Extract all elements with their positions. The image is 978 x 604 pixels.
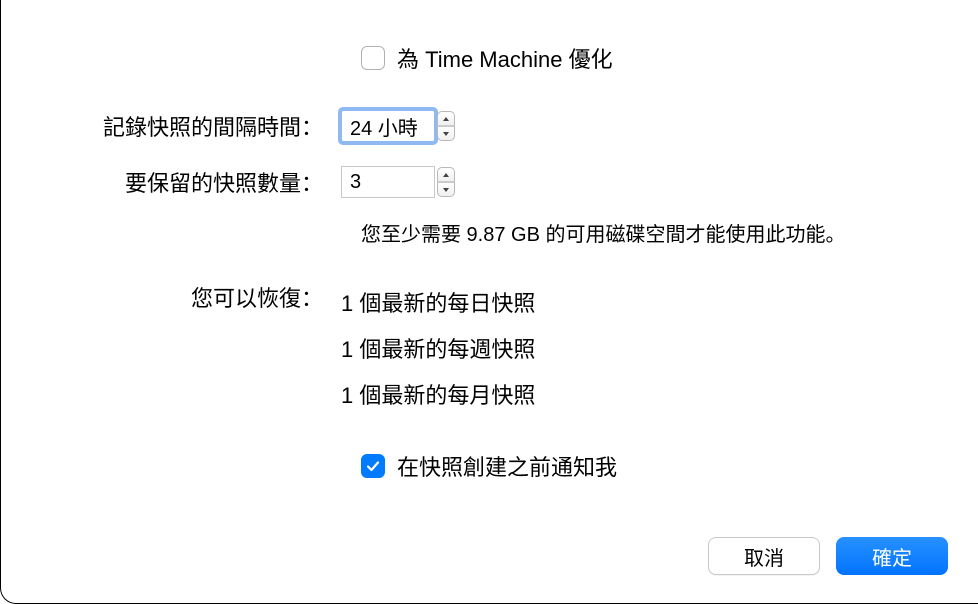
- restore-list: 1 個最新的每日快照 1 個最新的每週快照 1 個最新的每月快照: [341, 281, 535, 420]
- interval-step-down[interactable]: [437, 126, 455, 141]
- count-input[interactable]: [341, 166, 435, 198]
- snapshot-settings-dialog: 為 Time Machine 優化 記錄快照的間隔時間： 要保留的快照數量：: [0, 0, 978, 604]
- count-label: 要保留的快照數量：: [31, 166, 341, 198]
- disk-space-hint: 您至少需要 9.87 GB 的可用磁碟空間才能使用此功能。: [361, 218, 948, 247]
- notify-before-snapshot-label: 在快照創建之前通知我: [397, 450, 617, 482]
- notify-before-snapshot-checkbox[interactable]: [361, 454, 385, 478]
- restore-item: 1 個最新的每日快照: [341, 281, 535, 327]
- interval-input[interactable]: [341, 110, 435, 142]
- restore-item: 1 個最新的每月快照: [341, 373, 535, 419]
- count-step-up[interactable]: [437, 167, 455, 182]
- count-stepper: [341, 166, 455, 198]
- cancel-button[interactable]: 取消: [708, 537, 820, 575]
- restore-item: 1 個最新的每週快照: [341, 327, 535, 373]
- restore-label: 您可以恢復：: [31, 281, 341, 420]
- optimize-time-machine-checkbox[interactable]: [361, 46, 385, 70]
- interval-label: 記錄快照的間隔時間：: [31, 110, 341, 142]
- interval-step-up[interactable]: [437, 111, 455, 126]
- count-step-down[interactable]: [437, 182, 455, 197]
- ok-button[interactable]: 確定: [836, 537, 948, 575]
- optimize-time-machine-label: 為 Time Machine 優化: [397, 42, 613, 74]
- interval-stepper: [341, 110, 455, 142]
